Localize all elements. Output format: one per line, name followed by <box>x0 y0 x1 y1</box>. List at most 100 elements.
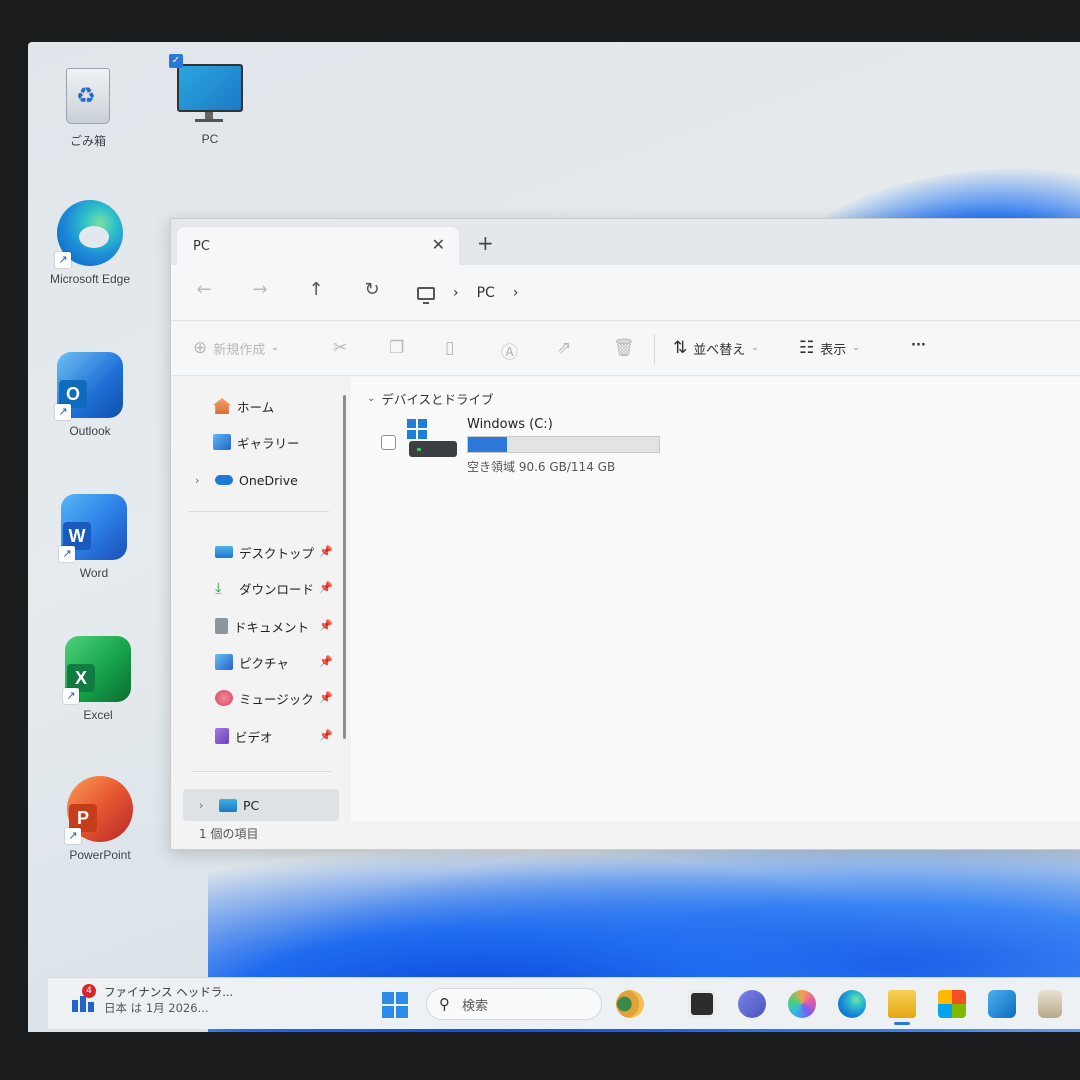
search-box[interactable]: ⚲ 検索 <box>426 988 602 1020</box>
forward-button[interactable]: → <box>247 279 273 300</box>
sidebar-scrollbar[interactable] <box>343 395 346 739</box>
sidebar-divider <box>189 511 329 512</box>
shortcut-arrow-icon: ↗ <box>59 546 75 562</box>
outlook-shortcut[interactable]: O ↗ Outlook <box>40 352 140 438</box>
windows-logo-icon <box>407 419 427 439</box>
sidebar-item-pc[interactable]: › PC <box>183 789 339 821</box>
rename-icon: Ⓐ <box>501 343 518 363</box>
cut-button[interactable]: ✂ <box>333 338 347 358</box>
shortcut-arrow-icon: ↗ <box>55 404 71 420</box>
navigation-pane: ホーム ギャラリー › OneDrive デスクトップ 📌 ⤓ ダウンロード 📌… <box>171 377 349 823</box>
pc-monitor-icon: ✓ <box>169 54 245 126</box>
teams-icon[interactable] <box>738 990 766 1018</box>
plus-circle-icon: ⊕ <box>193 338 208 358</box>
edge-taskbar-icon[interactable] <box>838 990 866 1018</box>
powerpoint-icon: P ↗ <box>65 776 133 844</box>
command-bar: ⊕ 新規作成 ⌄ ✂ ❐ ▯ Ⓐ ⇗ 🗑 ⇅ 並べ替え ⌄ ☷ 表示 ⌄ ··· <box>171 322 1080 376</box>
copilot-icon[interactable] <box>788 990 816 1018</box>
delete-button[interactable]: 🗑 <box>613 338 635 358</box>
sidebar-item-home[interactable]: ホーム <box>213 393 274 419</box>
group-header-label: デバイスとドライブ <box>381 392 494 407</box>
chevron-down-icon: ⌄ <box>852 343 860 353</box>
sidebar-item-desktop[interactable]: デスクトップ <box>215 539 314 565</box>
notification-badge: 4 <box>82 984 96 998</box>
sidebar-item-pictures[interactable]: ピクチャ <box>215 649 289 675</box>
video-icon <box>215 728 229 744</box>
sidebar-item-documents[interactable]: ドキュメント <box>215 613 309 639</box>
sidebar-item-downloads[interactable]: ⤓ ダウンロード <box>215 575 314 601</box>
gallery-icon <box>213 434 231 450</box>
sidebar-item-label: ビデオ <box>235 729 273 745</box>
task-view-icon[interactable] <box>688 990 716 1018</box>
news-widget[interactable]: 4 ファイナンス ヘッドラ... 日本 は 1月 2026... <box>70 984 233 1016</box>
download-arrow-icon: ⤓ <box>215 579 222 597</box>
sidebar-item-onedrive[interactable]: › OneDrive <box>195 467 298 493</box>
outlook-taskbar-icon[interactable] <box>988 990 1016 1018</box>
new-button-label: 新規作成 <box>213 342 266 358</box>
group-header[interactable]: ⌄ デバイスとドライブ <box>367 389 494 408</box>
checkbox-checked-icon: ✓ <box>169 54 183 68</box>
drive-item-c[interactable]: Windows (C:) 空き領域 90.6 GB/114 GB <box>381 417 681 477</box>
sidebar-item-gallery[interactable]: ギャラリー <box>213 429 300 455</box>
pin-icon: 📌 <box>319 545 333 558</box>
picture-icon <box>215 654 233 670</box>
copy-icon: ❐ <box>389 338 405 358</box>
drive-free-space: 空き領域 90.6 GB/114 GB <box>467 460 616 474</box>
clipboard-icon: ▯ <box>445 338 455 358</box>
view-button[interactable]: ☷ 表示 ⌄ <box>799 338 860 358</box>
share-button[interactable]: ⇗ <box>557 338 571 358</box>
sidebar-item-label: PC <box>243 797 260 813</box>
item-checkbox[interactable] <box>381 435 396 450</box>
outlook-icon: O ↗ <box>55 352 123 420</box>
sidebar-item-label: ミュージック <box>239 691 314 707</box>
home-icon <box>213 398 231 414</box>
new-button[interactable]: ⊕ 新規作成 ⌄ <box>193 338 279 358</box>
document-icon <box>215 618 228 634</box>
pc-shortcut[interactable]: ✓ PC <box>160 54 260 146</box>
word-shortcut[interactable]: W ↗ Word <box>44 494 144 580</box>
sidebar-item-videos[interactable]: ビデオ <box>215 723 273 749</box>
breadcrumb-separator[interactable]: › <box>513 285 519 301</box>
microsoft-store-icon[interactable] <box>938 990 966 1018</box>
monitor-icon <box>219 798 237 812</box>
this-pc-icon <box>417 286 435 304</box>
breadcrumb[interactable]: › PC › <box>417 277 518 309</box>
active-app-indicator <box>894 1022 910 1025</box>
desktop-icon-label: PC <box>201 132 219 146</box>
file-explorer-taskbar-icon[interactable] <box>888 990 916 1018</box>
rename-button[interactable]: Ⓐ <box>501 338 518 363</box>
tab-pc[interactable]: PC ✕ <box>177 227 459 265</box>
new-tab-button[interactable]: + <box>477 231 494 255</box>
more-options-button[interactable]: ··· <box>911 338 926 353</box>
app-taskbar-icon[interactable] <box>1038 990 1062 1018</box>
search-placeholder: 検索 <box>462 998 489 1014</box>
edge-shortcut[interactable]: ↗ Microsoft Edge <box>40 200 140 286</box>
file-explorer-window: PC ✕ + ← → ↑ ↻ › PC › ⊕ 新規作成 ⌄ ✂ ❐ ▯ Ⓐ ⇗… <box>170 218 1080 850</box>
recycle-bin-shortcut[interactable]: ♻ ごみ箱 <box>38 62 138 149</box>
paste-button[interactable]: ▯ <box>445 338 454 358</box>
excel-icon: X ↗ <box>63 636 131 704</box>
sidebar-item-label: ホーム <box>237 399 275 415</box>
breadcrumb-separator[interactable]: › <box>453 285 459 301</box>
desktop-icon-label: Excel <box>83 708 113 722</box>
drive-icon <box>409 441 457 457</box>
copy-button[interactable]: ❐ <box>389 338 404 358</box>
desktop-icon-label: Microsoft Edge <box>49 272 131 286</box>
chevron-down-icon: ⌄ <box>751 343 759 353</box>
start-button[interactable] <box>382 992 408 1018</box>
sort-arrows-icon: ⇅ <box>673 338 688 358</box>
breadcrumb-pc[interactable]: PC <box>477 285 495 301</box>
up-button[interactable]: ↑ <box>303 279 329 300</box>
powerpoint-shortcut[interactable]: P ↗ PowerPoint <box>50 776 150 862</box>
view-list-icon: ☷ <box>799 338 815 358</box>
close-tab-button[interactable]: ✕ <box>432 235 445 254</box>
sidebar-item-music[interactable]: ミュージック <box>215 685 314 711</box>
back-button[interactable]: ← <box>191 279 217 300</box>
copilot-widget-icon[interactable] <box>616 990 644 1018</box>
sidebar-item-label: ギャラリー <box>237 435 300 451</box>
edge-icon: ↗ <box>55 200 123 268</box>
excel-shortcut[interactable]: X ↗ Excel <box>48 636 148 722</box>
refresh-button[interactable]: ↻ <box>359 279 385 300</box>
sort-button[interactable]: ⇅ 並べ替え ⌄ <box>673 338 759 358</box>
desktop-icon-label: Word <box>79 566 109 580</box>
